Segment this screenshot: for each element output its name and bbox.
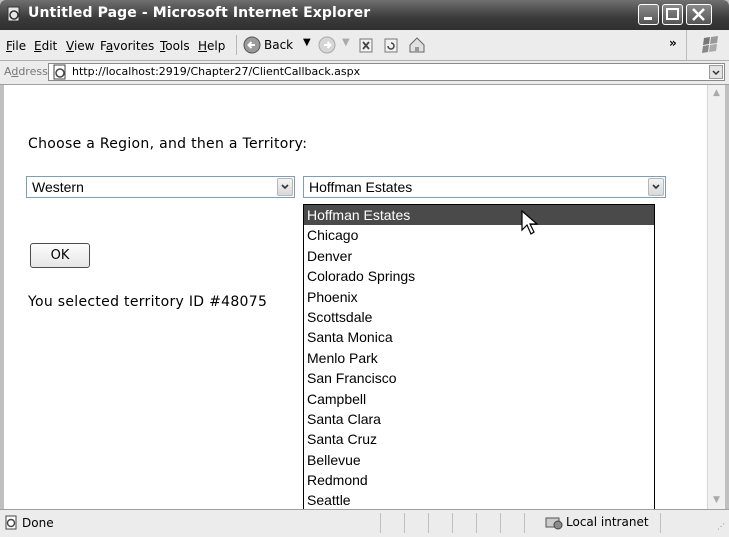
chevron-down-icon [712, 70, 720, 76]
maximize-button[interactable] [662, 4, 683, 25]
chevron-down-icon [652, 184, 660, 190]
territory-select-value: Hoffman Estates [309, 179, 413, 195]
status-divider [452, 513, 453, 533]
status-divider [404, 513, 405, 533]
chevron-down-icon [281, 184, 289, 190]
territory-option[interactable]: Seattle [304, 490, 654, 510]
address-label: Address [4, 65, 48, 78]
ie-page-icon [5, 515, 17, 530]
status-divider [500, 513, 501, 533]
territory-dropdown-list[interactable]: Hoffman Estates Chicago Denver Colorado Spr… [303, 204, 655, 513]
territory-option[interactable]: Colorado Springs [304, 266, 654, 286]
back-arrow-icon [243, 36, 261, 54]
territory-option[interactable]: Santa Cruz [304, 429, 654, 449]
territory-option[interactable]: Santa Clara [304, 409, 654, 429]
status-text: Done [22, 516, 54, 530]
status-divider [428, 513, 429, 533]
territory-option[interactable]: Bellevue [304, 450, 654, 470]
ie-page-icon [53, 64, 66, 80]
territory-option[interactable]: Scottsdale [304, 307, 654, 327]
status-divider [524, 513, 525, 533]
resize-grip-icon[interactable]: ⋰ [717, 522, 725, 531]
menu-file[interactable]: File [6, 39, 26, 53]
page-prompt: Choose a Region, and then a Territory: [28, 136, 308, 152]
back-label: Back [264, 38, 294, 52]
windows-logo [686, 30, 729, 60]
close-icon [692, 8, 705, 21]
scroll-down-icon[interactable]: ▼ [709, 493, 724, 508]
window-title: Untitled Page - Microsoft Internet Explo… [28, 5, 371, 21]
address-dropdown-button[interactable] [709, 65, 723, 79]
toolbar-chevron[interactable]: » [669, 36, 677, 50]
home-icon [409, 37, 425, 53]
minimize-button[interactable] [638, 4, 659, 25]
territory-option[interactable]: Menlo Park [304, 348, 654, 368]
territory-option[interactable]: Chicago [304, 225, 654, 245]
status-bar: Done Local intranet ⋰ [0, 509, 729, 537]
back-button[interactable]: Back ▼ [243, 36, 315, 54]
back-dropdown-icon[interactable]: ▼ [303, 37, 311, 48]
intranet-zone-icon [545, 517, 563, 530]
minimize-icon [644, 17, 652, 20]
menu-tools[interactable]: Tools [160, 39, 190, 53]
territory-option[interactable]: San Francisco [304, 368, 654, 388]
status-divider [380, 513, 381, 533]
menu-edit[interactable]: Edit [34, 39, 57, 53]
menu-help[interactable]: Help [198, 39, 225, 53]
territory-select[interactable]: Hoffman Estates [303, 176, 666, 198]
forward-arrow-icon [318, 36, 336, 54]
security-zone-text: Local intranet [566, 515, 649, 529]
ie-page-icon [7, 6, 20, 22]
region-dropdown-button[interactable] [277, 178, 293, 196]
windows-flag-icon [702, 36, 718, 53]
toolbar-separator [236, 35, 237, 55]
maximize-icon [666, 8, 679, 20]
territory-option[interactable]: Phoenix [304, 287, 654, 307]
stop-button[interactable] [358, 36, 376, 54]
territory-option[interactable]: Redmond [304, 470, 654, 490]
region-select[interactable]: Western [26, 176, 295, 198]
forward-button[interactable]: ▼ [318, 36, 354, 54]
menu-view[interactable]: View [66, 39, 94, 53]
territory-option[interactable]: Denver [304, 246, 654, 266]
territory-option[interactable]: Campbell [304, 389, 654, 409]
mouse-cursor-icon [521, 210, 539, 235]
ok-button[interactable]: OK [30, 243, 90, 268]
address-input[interactable]: http://localhost:2919/Chapter27/ClientCa… [48, 63, 725, 81]
address-bar: Address http://localhost:2919/Chapter27/… [0, 61, 729, 85]
result-text: You selected territory ID #48075 [28, 294, 268, 310]
territory-dropdown-button[interactable] [648, 178, 664, 196]
status-divider [660, 513, 661, 533]
address-url: http://localhost:2919/Chapter27/ClientCa… [72, 65, 361, 78]
refresh-button[interactable] [383, 36, 401, 54]
home-button[interactable] [407, 36, 427, 54]
territory-option[interactable]: Santa Monica [304, 327, 654, 347]
menu-favorites[interactable]: Favorites [100, 39, 154, 53]
menu-bar: File Edit View Favorites Tools Help Back… [0, 30, 729, 61]
refresh-icon [384, 38, 398, 53]
close-button[interactable] [686, 4, 712, 25]
stop-icon [359, 38, 373, 53]
scroll-up-icon[interactable]: ▲ [709, 86, 724, 101]
forward-dropdown-icon[interactable]: ▼ [342, 37, 350, 48]
status-divider [476, 513, 477, 533]
vertical-scrollbar[interactable]: ▲ ▼ [707, 85, 725, 509]
title-bar: Untitled Page - Microsoft Internet Explo… [0, 0, 729, 30]
region-select-value: Western [32, 179, 84, 195]
territory-option[interactable]: Hoffman Estates [304, 205, 654, 226]
